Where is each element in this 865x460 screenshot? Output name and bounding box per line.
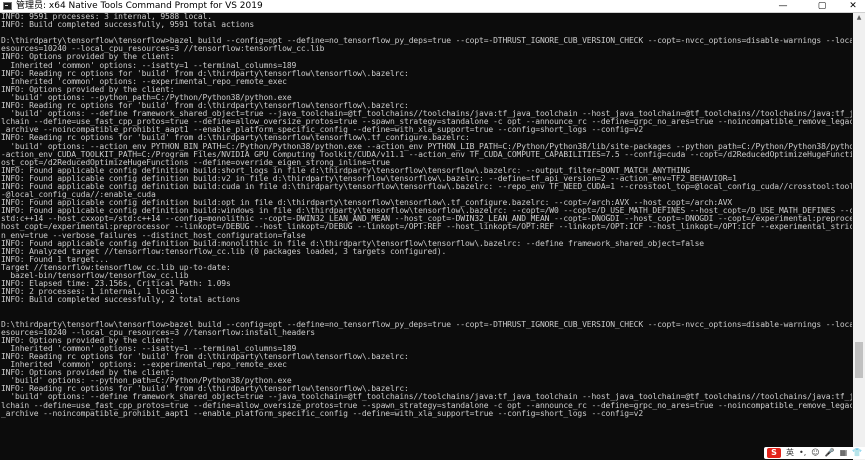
microphone-icon[interactable]: 🎤	[825, 447, 835, 459]
window-title: 管理员: x64 Native Tools Command Prompt for…	[16, 1, 263, 11]
console-output[interactable]: INFO: 9591 processes: 3 internal, 9588 l…	[1, 13, 852, 460]
skin-icon[interactable]: 👕	[852, 447, 862, 459]
console-line: INFO: Build completed successfully, 2 to…	[1, 295, 241, 305]
console-line: _archive --noincompatible_prohibit_aapt1…	[1, 408, 644, 418]
minimize-button[interactable]: —	[772, 0, 794, 13]
command-prompt-icon[interactable]	[3, 2, 12, 10]
scroll-up-arrow-icon[interactable]: ▲	[853, 13, 865, 23]
close-button[interactable]: ✕	[842, 0, 864, 13]
vertical-scrollbar[interactable]: ▲ ▼	[853, 13, 865, 460]
console-window: 管理员: x64 Native Tools Command Prompt for…	[0, 0, 865, 460]
maximize-button[interactable]: ▢	[811, 0, 833, 13]
keyboard-icon[interactable]: ▦	[840, 447, 848, 459]
ime-toolbar: S 英 •, ☺ 🎤 ▦ 👕 ⁞	[764, 447, 865, 459]
console-line: INFO: Build completed successfully, 9591…	[1, 20, 255, 30]
punctuation-mode-icon[interactable]: •,	[799, 447, 806, 459]
emoji-icon[interactable]: ☺	[811, 447, 819, 459]
title-bar[interactable]: 管理员: x64 Native Tools Command Prompt for…	[0, 0, 865, 13]
scrollbar-thumb[interactable]	[855, 342, 863, 378]
ime-language-toggle[interactable]: 英	[786, 447, 794, 459]
sogou-logo-icon[interactable]: S	[767, 448, 781, 458]
console-line: INFO: Analyzed target //tensorflow:tenso…	[1, 246, 447, 256]
